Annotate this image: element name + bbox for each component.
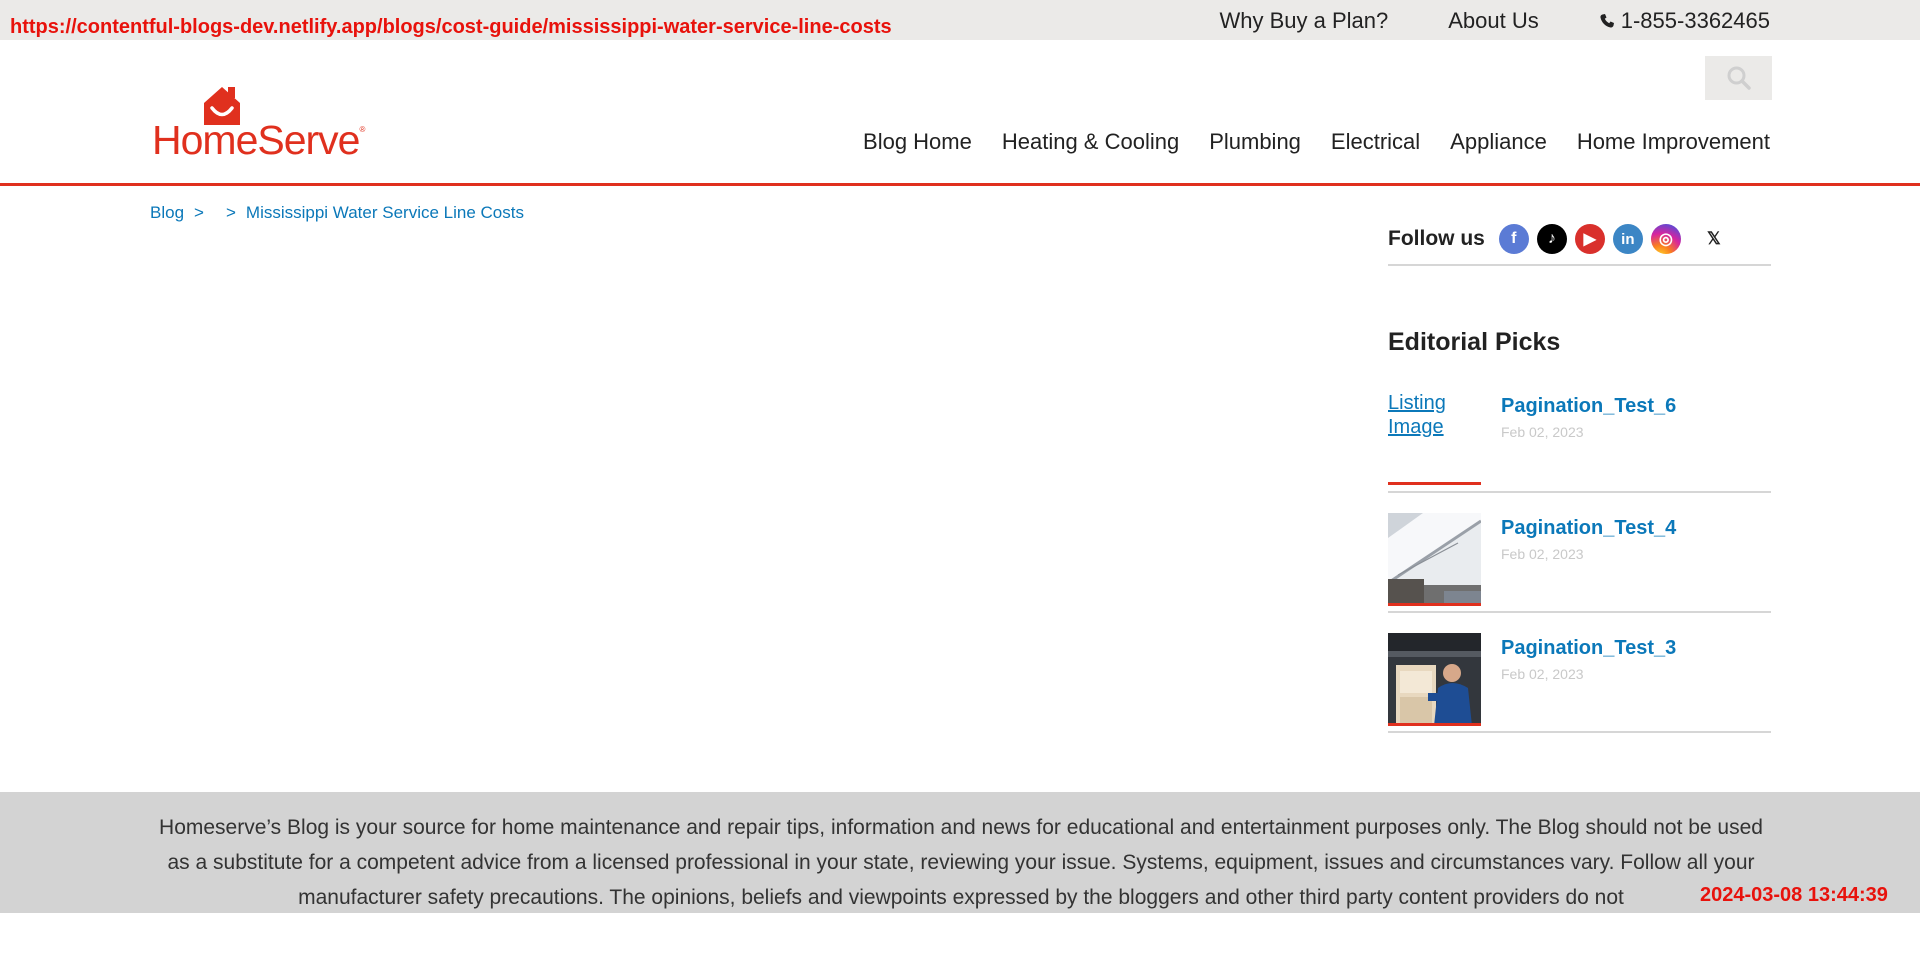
phone-number: 1-855-3362465 [1620, 8, 1770, 33]
editorial-picks-title: Editorial Picks [1388, 328, 1561, 356]
editorial-pick[interactable]: Pagination_Test_3 Feb 02, 2023 [1388, 613, 1771, 733]
registered-mark: ® [359, 125, 365, 134]
disclaimer-text: Homeserve’s Blog is your source for home… [159, 816, 1763, 909]
phone-icon [1600, 14, 1614, 28]
instagram-icon[interactable]: ◎ [1650, 224, 1681, 254]
x-icon[interactable]: 𝕏 [1699, 224, 1729, 254]
why-buy-link[interactable]: Why Buy a Plan? [1220, 8, 1389, 34]
main-nav: Blog Home Heating & Cooling Plumbing Ele… [863, 129, 1770, 155]
breadcrumb-separator: > [194, 203, 204, 222]
timestamp-overlay: 2024-03-08 13:44:39 [1700, 884, 1888, 906]
nav-electrical[interactable]: Electrical [1331, 129, 1420, 155]
pick-thumbnail[interactable]: Listing Image [1388, 391, 1481, 485]
pick-title[interactable]: Pagination_Test_3 [1501, 637, 1676, 660]
roof-gutter-photo [1388, 513, 1481, 603]
about-us-link[interactable]: About Us [1448, 8, 1539, 34]
site-header: HomeServe® Blog Home Heating & Cooling P… [0, 40, 1920, 186]
breadcrumb-separator: > [225, 203, 236, 222]
editorial-pick[interactable]: Listing Image Pagination_Test_6 Feb 02, … [1388, 373, 1771, 493]
pick-body: Pagination_Test_4 Feb 02, 2023 [1501, 513, 1676, 599]
nav-heating-cooling[interactable]: Heating & Cooling [1002, 129, 1179, 155]
search-button[interactable] [1705, 56, 1772, 100]
editorial-pick[interactable]: Pagination_Test_4 Feb 02, 2023 [1388, 493, 1771, 613]
nav-appliance[interactable]: Appliance [1450, 129, 1547, 155]
breadcrumb-current[interactable]: Mississippi Water Service Line Costs [246, 203, 524, 223]
pick-date: Feb 02, 2023 [1501, 666, 1584, 682]
page: Why Buy a Plan? About Us 1-855-3362465 h… [0, 0, 1920, 963]
breadcrumb-blog[interactable]: Blog [150, 203, 184, 223]
tiktok-icon[interactable]: ♪ [1536, 224, 1567, 254]
nav-blog-home[interactable]: Blog Home [863, 129, 972, 155]
pick-date: Feb 02, 2023 [1501, 424, 1584, 440]
utility-links: Why Buy a Plan? About Us 1-855-3362465 [1220, 8, 1771, 34]
logo-text: HomeServe [152, 117, 360, 163]
footer-disclaimer-band: Homeserve’s Blog is your source for home… [0, 792, 1920, 913]
pick-body: Pagination_Test_3 Feb 02, 2023 [1501, 633, 1676, 719]
linkedin-icon[interactable]: in [1612, 224, 1643, 254]
technician-photo [1388, 633, 1481, 723]
nav-home-improvement[interactable]: Home Improvement [1577, 129, 1770, 155]
pick-title[interactable]: Pagination_Test_6 [1501, 395, 1676, 418]
follow-us-label: Follow us [1388, 227, 1485, 250]
listing-image-alt[interactable]: Listing Image [1388, 392, 1446, 438]
url-overlay: https://contentful-blogs-dev.netlify.app… [10, 16, 892, 38]
logo-wordmark: HomeServe® [152, 117, 365, 164]
facebook-icon[interactable]: f [1498, 224, 1529, 254]
pick-body: Pagination_Test_6 Feb 02, 2023 [1501, 391, 1676, 479]
homeserve-logo[interactable]: HomeServe® [152, 41, 365, 164]
youtube-icon[interactable]: ▶ [1574, 224, 1605, 254]
follow-us-row: Follow us f ♪ ▶ in ◎ 𝕏 [1388, 214, 1771, 266]
phone-link[interactable]: 1-855-3362465 [1599, 8, 1770, 34]
pick-thumbnail[interactable] [1388, 513, 1481, 606]
pick-date: Feb 02, 2023 [1501, 546, 1584, 562]
pick-title[interactable]: Pagination_Test_4 [1501, 517, 1676, 540]
social-links: f ♪ ▶ in ◎ 𝕏 [1498, 224, 1729, 254]
search-icon [1727, 66, 1751, 90]
sidebar: Follow us f ♪ ▶ in ◎ 𝕏 Editorial Picks L… [1388, 214, 1771, 733]
pick-thumbnail[interactable] [1388, 633, 1481, 726]
breadcrumb: Blog > > Mississippi Water Service Line … [150, 203, 524, 223]
nav-plumbing[interactable]: Plumbing [1209, 129, 1301, 155]
